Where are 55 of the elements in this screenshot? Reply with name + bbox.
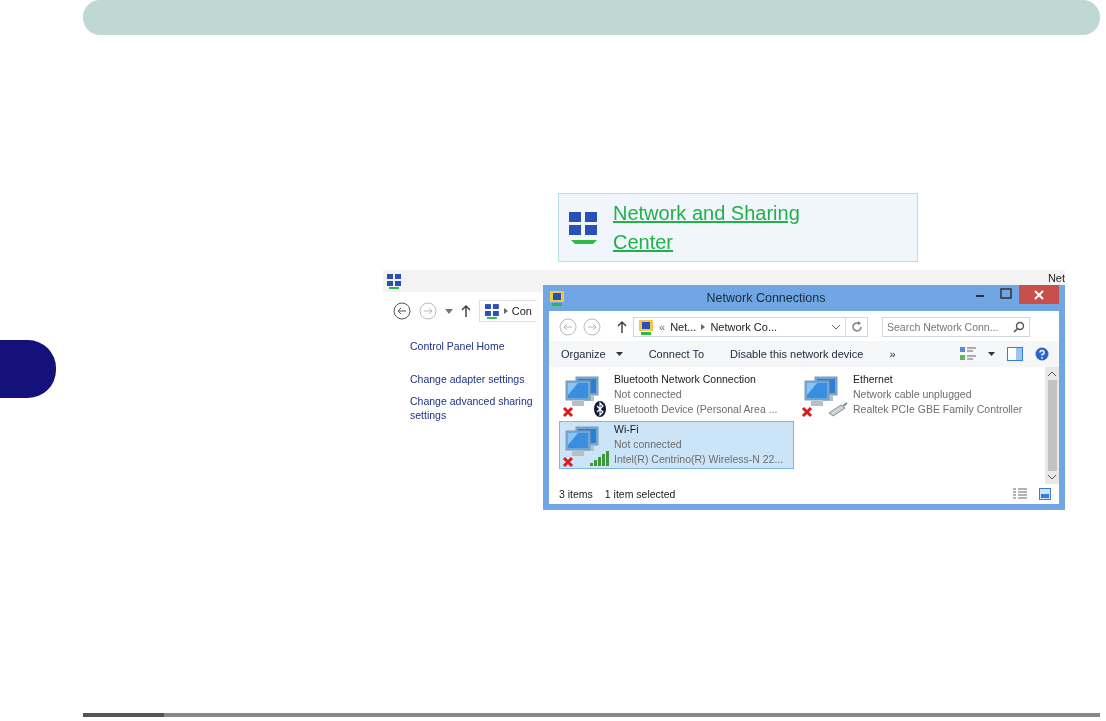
network-folder-icon	[638, 319, 654, 335]
chevron-icon	[503, 308, 508, 314]
network-adapter-item[interactable]: Ethernet Network cable unplugged Realtek PCIe GBE Family Controller	[798, 371, 1033, 419]
toolbar-button[interactable]: Organize	[555, 346, 629, 362]
scrollbar[interactable]	[1045, 367, 1059, 484]
network-icon	[484, 303, 500, 319]
adapter-name: Ethernet	[853, 372, 894, 387]
more-button[interactable]: »	[883, 346, 902, 362]
address-bar[interactable]: « Net... Network Co...	[633, 317, 868, 337]
sidebar-link[interactable]: Change adapter settings	[410, 372, 525, 386]
cable-computer-icon	[801, 375, 849, 419]
adapter-device: Bluetooth Device (Personal Area ...	[614, 402, 778, 417]
selection-count: 1 item selected	[604, 488, 676, 500]
address-text: Con	[511, 305, 532, 317]
scroll-thumb[interactable]	[1047, 380, 1057, 471]
up-arrow-icon[interactable]	[461, 305, 471, 317]
toolbar-button[interactable]: Connect To	[642, 346, 711, 362]
help-icon[interactable]	[1035, 347, 1049, 361]
close-button[interactable]	[1019, 285, 1059, 304]
adapter-device: Intel(R) Centrino(R) Wireless-N 22...	[614, 452, 784, 467]
up-arrow-icon[interactable]	[617, 321, 627, 333]
caret-icon	[615, 352, 623, 356]
sidebar-link[interactable]: Change advanced sharing settings	[410, 394, 540, 422]
adapter-status: Not connected	[614, 437, 683, 452]
breadcrumb-item[interactable]: Network Co...	[710, 321, 778, 333]
adapter-name: Bluetooth Network Connection	[614, 372, 757, 387]
network-icon	[386, 273, 402, 289]
caret-icon[interactable]	[988, 352, 995, 356]
window-title: Net	[1047, 273, 1065, 284]
chevron-icon	[701, 324, 706, 330]
signal-computer-icon	[562, 425, 610, 469]
back-icon[interactable]	[393, 302, 411, 320]
view-options-icon[interactable]	[960, 347, 976, 361]
adapter-status: Not connected	[614, 387, 683, 402]
network-adapter-item[interactable]: Bluetooth Network Connection Not connected Bluetooth Device (Personal Area ...	[559, 371, 794, 419]
scroll-down-icon[interactable]	[1048, 475, 1056, 480]
network-adapter-item[interactable]: Wi-Fi Not connected Intel(R) Centrino(R) Wireless-N 22...	[559, 421, 794, 469]
toolbar-button[interactable]: Disable this network device	[724, 346, 870, 362]
preview-pane-icon[interactable]	[1007, 347, 1023, 361]
close-icon	[1034, 289, 1044, 300]
item-count: 3 items	[559, 488, 593, 500]
search-field[interactable]: Search Network Conn...	[882, 317, 1030, 337]
scroll-up-icon[interactable]	[1048, 371, 1056, 376]
window-title: Network Connections	[705, 291, 827, 305]
control-panel-home-link[interactable]: Control Panel Home	[410, 340, 505, 352]
adapter-device: Realtek PCIe GBE Family Controller	[853, 402, 1023, 417]
breadcrumb-overflow[interactable]: «	[659, 321, 666, 333]
breadcrumb-item[interactable]: Net...	[670, 321, 697, 333]
large-icons-view-icon[interactable]	[1039, 488, 1051, 500]
address-bar[interactable]: Con	[479, 300, 536, 322]
chevron-down-icon[interactable]	[832, 324, 840, 330]
adapter-name: Wi-Fi	[614, 422, 640, 437]
refresh-icon[interactable]	[851, 321, 863, 333]
network-folder-icon	[549, 290, 565, 306]
adapter-status: Network cable unplugged	[853, 387, 973, 402]
